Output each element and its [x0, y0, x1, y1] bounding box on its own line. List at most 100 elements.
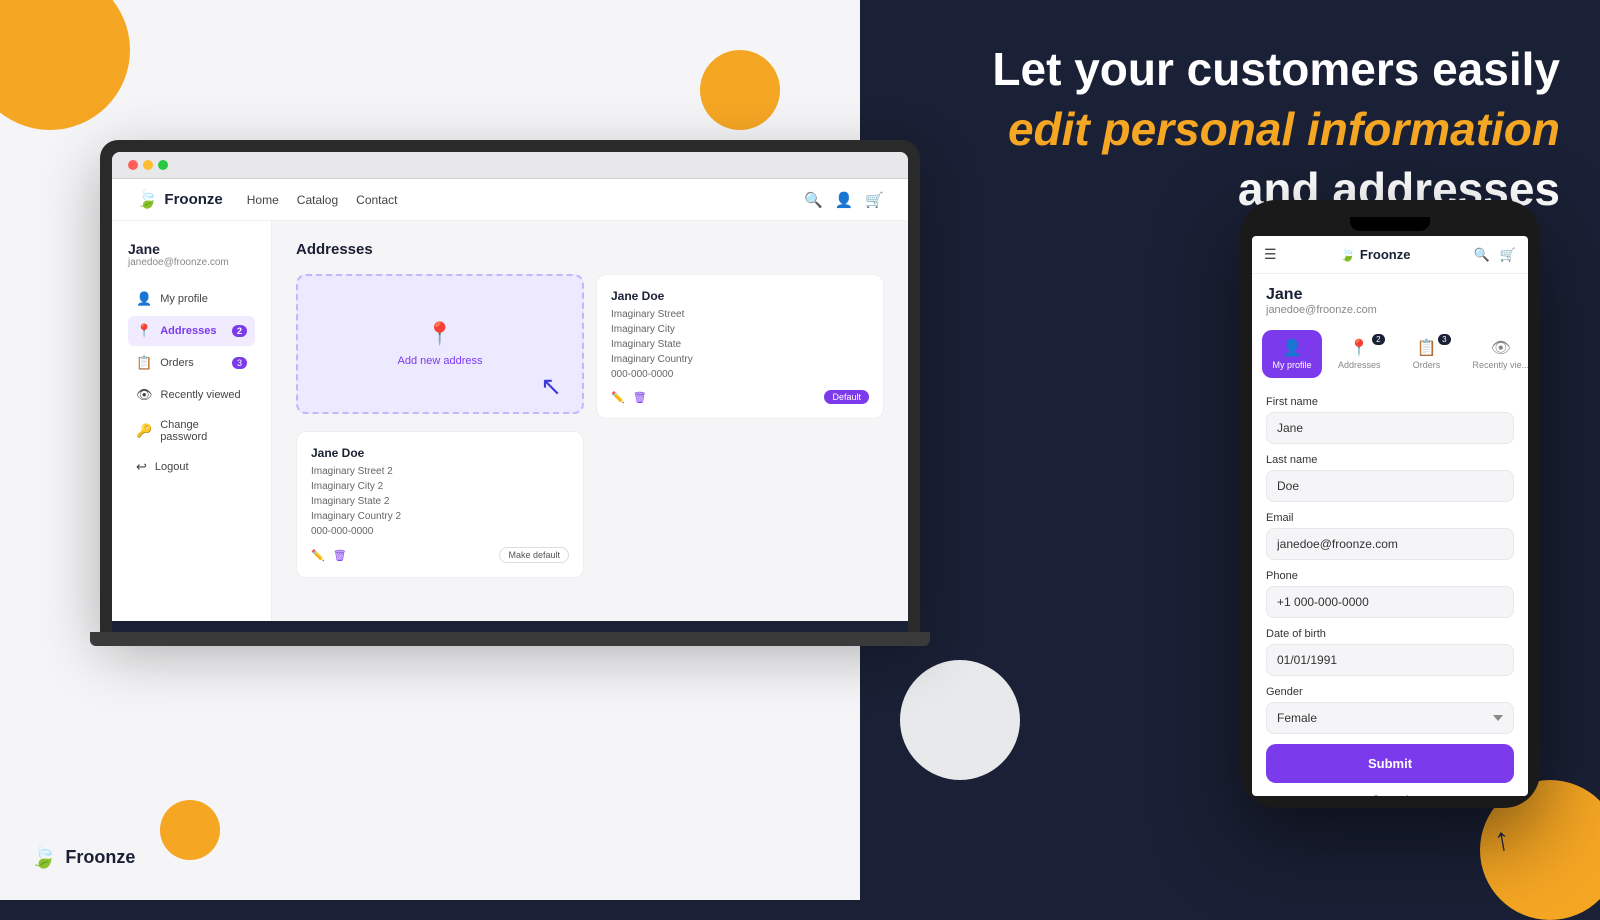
- blob-orange-bottomleft: [160, 800, 220, 860]
- footer-text: Froonze: [488, 631, 532, 632]
- delete-address-2-icon[interactable]: 🗑: [333, 549, 347, 562]
- cursor-icon: ↖: [540, 371, 562, 402]
- phone-tab-recently-viewed[interactable]: 👁 Recently vie...: [1463, 330, 1528, 378]
- headline: Let your customers easily edit personal …: [900, 40, 1560, 219]
- nav-link-catalog[interactable]: Catalog: [297, 193, 338, 207]
- address-2-street: Imaginary Street 2: [311, 464, 569, 479]
- tab-addresses-label: Addresses: [1338, 360, 1381, 370]
- site-footer: Froonze: [112, 621, 908, 632]
- address-1-name: Jane Doe: [611, 289, 869, 303]
- browser-dot-green: [158, 160, 168, 170]
- form-group-lastname: Last name: [1266, 454, 1514, 502]
- phone-tabs: 👤 My profile 📍 Addresses 2 📋 Orders 3 👁 …: [1252, 322, 1528, 386]
- phone-tab-orders[interactable]: 📋 Orders 3: [1397, 330, 1457, 378]
- tab-profile-icon: 👤: [1282, 338, 1302, 358]
- site-main: Jane janedoe@froonze.com 👤 My profile 📍 …: [112, 221, 908, 621]
- form-group-dob: Date of birth: [1266, 628, 1514, 676]
- site-nav-icons: 🔍 👤 🛒: [804, 191, 884, 209]
- logout-icon: ↩: [136, 459, 147, 475]
- form-group-firstname: First name: [1266, 396, 1514, 444]
- address-1-country: Imaginary Country: [611, 352, 869, 367]
- sidebar-item-addresses[interactable]: 📍 Addresses 2: [128, 316, 255, 346]
- tab-addresses-icon: 📍: [1349, 338, 1369, 358]
- orders-badge: 3: [232, 357, 247, 369]
- phone-screen: ☰ 🍃 Froonze 🔍 🛒 Jane janedoe@froonze.com…: [1252, 236, 1528, 796]
- sidebar-item-logout[interactable]: ↩ Logout: [128, 452, 255, 482]
- hamburger-icon[interactable]: ☰: [1264, 246, 1277, 263]
- cart-icon[interactable]: 🛒: [865, 191, 884, 209]
- search-icon[interactable]: 🔍: [804, 191, 823, 209]
- firstname-input[interactable]: [1266, 412, 1514, 444]
- sidebar-menu: 👤 My profile 📍 Addresses 2 📋 Orders 3: [128, 284, 255, 482]
- browser-nav: [112, 152, 908, 179]
- sidebar-label-change-password: Change password: [160, 419, 247, 443]
- dob-input[interactable]: [1266, 644, 1514, 676]
- nav-link-contact[interactable]: Contact: [356, 193, 397, 207]
- sidebar-label-recently-viewed: Recently viewed: [161, 389, 241, 401]
- add-address-card[interactable]: 📍 Add new address ↖: [296, 274, 584, 414]
- address-section: Addresses 📍 Add new address ↖ Jane Doe: [272, 221, 908, 621]
- sidebar-item-change-password[interactable]: 🔑 Change password: [128, 412, 255, 450]
- tab-recently-icon: 👁: [1491, 338, 1511, 358]
- phone-tab-addresses[interactable]: 📍 Addresses 2: [1328, 330, 1391, 378]
- nav-link-home[interactable]: Home: [247, 193, 279, 207]
- phone-outer: ☰ 🍃 Froonze 🔍 🛒 Jane janedoe@froonze.com…: [1240, 200, 1540, 808]
- addresses-title: Addresses: [296, 241, 884, 258]
- gender-select[interactable]: Female Male Other: [1266, 702, 1514, 734]
- phone-user-email: janedoe@froonze.com: [1266, 304, 1514, 316]
- browser-dots: [128, 160, 168, 170]
- phone-cart-icon[interactable]: 🛒: [1500, 247, 1516, 263]
- default-badge: Default: [824, 390, 869, 404]
- phone-mockup: ☰ 🍃 Froonze 🔍 🛒 Jane janedoe@froonze.com…: [1240, 200, 1540, 808]
- form-group-email: Email: [1266, 512, 1514, 560]
- dob-label: Date of birth: [1266, 628, 1514, 640]
- sidebar-item-recently-viewed[interactable]: 👁 Recently viewed: [128, 380, 255, 410]
- delete-address-1-icon[interactable]: 🗑: [633, 391, 647, 404]
- form-group-gender: Gender Female Male Other: [1266, 686, 1514, 734]
- email-label: Email: [1266, 512, 1514, 524]
- address-2-state: Imaginary State 2: [311, 494, 569, 509]
- browser-dot-yellow: [143, 160, 153, 170]
- laptop-mockup: 🍃 Froonze Home Catalog Contact 🔍 👤 🛒: [100, 140, 960, 700]
- phone-header: ☰ 🍃 Froonze 🔍 🛒: [1252, 236, 1528, 274]
- edit-address-2-icon[interactable]: ✏️: [311, 549, 325, 562]
- profile-icon: 👤: [136, 291, 152, 307]
- phone-tab-my-profile[interactable]: 👤 My profile: [1262, 330, 1322, 378]
- address-card-2: Jane Doe Imaginary Street 2 Imaginary Ci…: [296, 431, 584, 578]
- site-nav-links: Home Catalog Contact: [247, 193, 780, 207]
- user-icon[interactable]: 👤: [835, 191, 854, 209]
- tab-orders-badge: 3: [1438, 334, 1450, 345]
- add-address-text: Add new address: [398, 355, 483, 367]
- headline-line1: Let your customers easily: [900, 40, 1560, 100]
- address-2-city: Imaginary City 2: [311, 479, 569, 494]
- gender-label: Gender: [1266, 686, 1514, 698]
- tab-profile-label: My profile: [1272, 360, 1311, 370]
- headline-line2: edit personal information: [900, 100, 1560, 160]
- phone-header-icons: 🔍 🛒: [1474, 247, 1516, 263]
- phone-logo-text: Froonze: [1360, 247, 1411, 262]
- phone-input[interactable]: [1266, 586, 1514, 618]
- laptop-screen: 🍃 Froonze Home Catalog Contact 🔍 👤 🛒: [112, 152, 908, 632]
- address-card-1: Jane Doe Imaginary Street Imaginary City…: [596, 274, 884, 419]
- laptop-outer: 🍃 Froonze Home Catalog Contact 🔍 👤 🛒: [100, 140, 920, 632]
- email-input[interactable]: [1266, 528, 1514, 560]
- edit-address-1-icon[interactable]: ✏️: [611, 391, 625, 404]
- bottom-logo-text: Froonze: [65, 847, 135, 868]
- eye-icon: 👁: [136, 387, 153, 403]
- phone-form: First name Last name Email Phone Date of…: [1252, 386, 1528, 796]
- cancel-button[interactable]: Cancel: [1266, 789, 1514, 796]
- address-1-phone: 000-000-0000: [611, 367, 869, 382]
- sidebar-label-addresses: Addresses: [160, 325, 216, 337]
- sidebar-user-name: Jane: [128, 241, 255, 257]
- address-grid: 📍 Add new address ↖ Jane Doe Imaginary S…: [296, 274, 884, 578]
- address-1-footer: ✏️ 🗑 Default: [611, 390, 869, 404]
- make-default-button[interactable]: Make default: [499, 547, 569, 563]
- submit-button[interactable]: Submit: [1266, 744, 1514, 783]
- sidebar-item-my-profile[interactable]: 👤 My profile: [128, 284, 255, 314]
- lastname-input[interactable]: [1266, 470, 1514, 502]
- sidebar-item-orders[interactable]: 📋 Orders 3: [128, 348, 255, 378]
- phone-logo: 🍃 Froonze: [1277, 247, 1474, 263]
- phone-search-icon[interactable]: 🔍: [1474, 247, 1490, 263]
- firstname-label: First name: [1266, 396, 1514, 408]
- address-2-name: Jane Doe: [311, 446, 569, 460]
